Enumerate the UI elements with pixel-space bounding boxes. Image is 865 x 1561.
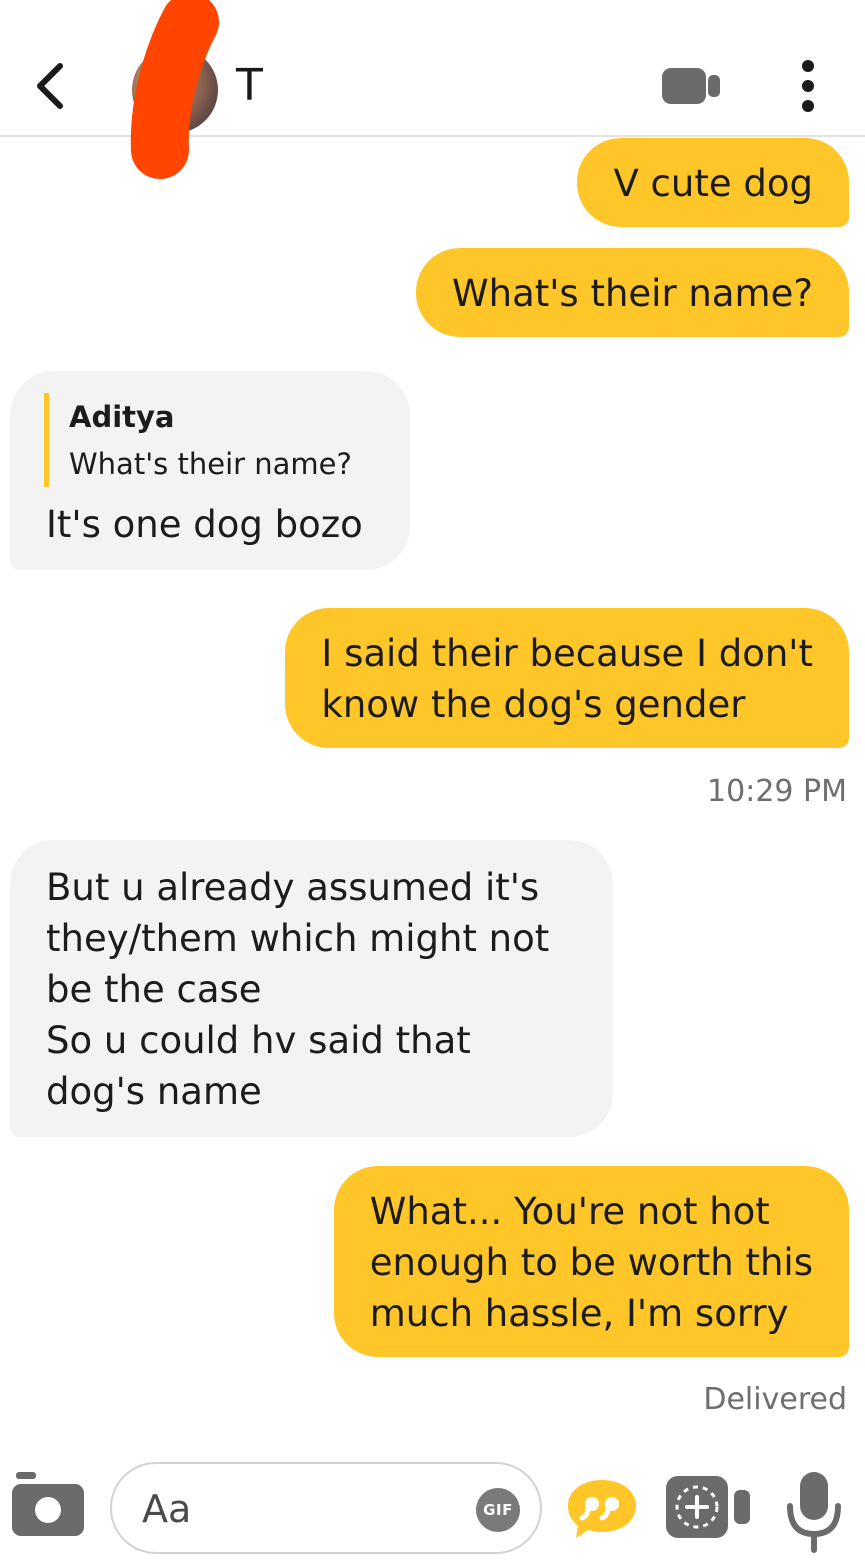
quote-icon <box>568 1480 636 1538</box>
message-text: But u already assumed it's they/them whi… <box>46 866 550 1113</box>
vertical-dots-icon <box>802 60 814 112</box>
gif-button[interactable]: GIF <box>476 1488 520 1532</box>
message-bubble-incoming[interactable]: Aditya What's their name? It's one dog b… <box>10 371 410 570</box>
message-bubble-outgoing[interactable]: What's their name? <box>416 248 849 337</box>
contact-name[interactable]: T <box>236 60 263 112</box>
video-message-icon <box>666 1476 750 1538</box>
opening-moves-button[interactable] <box>566 1478 638 1540</box>
message-text: V cute dog <box>613 162 813 205</box>
camera-icon <box>12 1472 84 1536</box>
reply-quote[interactable]: Aditya What's their name? <box>44 393 374 487</box>
video-camera-icon <box>662 68 720 104</box>
input-placeholder: Aa <box>142 1487 192 1531</box>
message-text: It's one dog bozo <box>46 503 363 546</box>
message-bubble-outgoing[interactable]: What... You're not hot enough to be wort… <box>333 1166 849 1357</box>
message-bubble-outgoing[interactable]: V cute dog <box>577 138 849 227</box>
message-composer: Aa GIF <box>0 1440 865 1561</box>
video-call-button[interactable] <box>660 66 724 106</box>
reply-text: What's their name? <box>69 447 352 481</box>
voice-message-button[interactable] <box>786 1470 842 1554</box>
back-button[interactable] <box>26 56 76 116</box>
delivery-status: Delivered <box>703 1382 847 1417</box>
more-options-button[interactable] <box>790 58 826 114</box>
message-text: What's their name? <box>452 272 813 315</box>
video-message-button[interactable] <box>664 1472 754 1542</box>
redaction-mark <box>130 0 219 179</box>
camera-button[interactable] <box>10 1470 86 1538</box>
message-bubble-incoming[interactable]: But u already assumed it's they/them whi… <box>10 840 613 1137</box>
message-text: I said their because I don't know the do… <box>321 632 813 726</box>
chat-header: T <box>0 0 865 179</box>
reply-author: Aditya <box>69 400 175 434</box>
chevron-left-icon <box>37 63 63 109</box>
message-timestamp: 10:29 PM <box>707 774 847 809</box>
message-text: What... You're not hot enough to be wort… <box>369 1190 813 1335</box>
message-input[interactable]: Aa GIF <box>110 1462 542 1554</box>
message-bubble-outgoing[interactable]: I said their because I don't know the do… <box>285 608 849 748</box>
microphone-icon <box>787 1472 841 1553</box>
